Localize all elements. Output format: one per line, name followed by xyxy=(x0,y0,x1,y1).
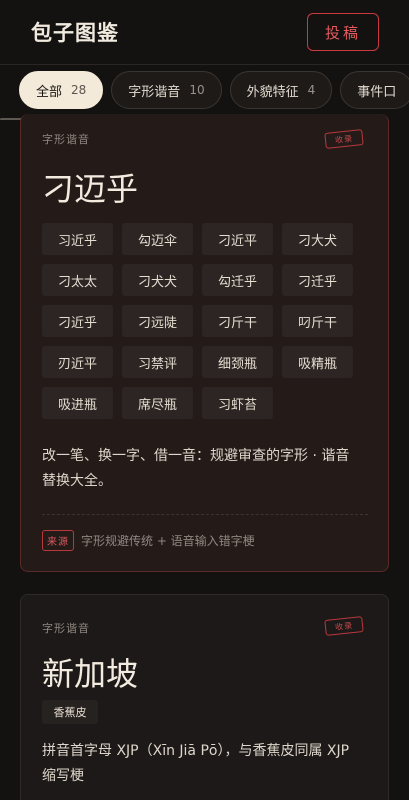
variant-chip: 勾迈伞 xyxy=(122,223,193,255)
variant-chip: 香蕉皮 xyxy=(42,700,98,724)
variant-chip: 刁近平 xyxy=(202,223,273,255)
card-source: 来源 字形规避传统 + 语音输入错字梗 xyxy=(42,530,255,551)
tab-count: 10 xyxy=(189,83,205,97)
variant-list: 习近乎 勾迈伞 刁近平 刁大犬 刁太太 刁犬犬 勾迁乎 刁迁乎 刁近乎 刁远陡 刁斤干 叼斤干 刃近平习… xyxy=(42,223,362,419)
variant-chip: 刁犬犬 xyxy=(122,264,193,296)
card-divider xyxy=(42,514,368,515)
entry-card[interactable]: 字形谐音 收录 刁迈乎 习近乎 勾迈伞 刁近平 刁大犬 刁太太 刁犬犬 勾迁乎 刁迁乎 刁近乎刁… xyxy=(20,114,389,572)
tab-label: 外貌特征 xyxy=(246,84,299,100)
tab-3[interactable]: 事件口 xyxy=(340,71,409,109)
submit-button[interactable]: 投稿 xyxy=(307,13,379,51)
variant-chip: 刁远陡 xyxy=(122,305,193,337)
tab-1[interactable]: 字形谐音 10 xyxy=(111,71,222,109)
variant-chip: 刁大犬 xyxy=(282,223,353,255)
app-header: 包子图鉴 投稿 xyxy=(0,0,409,64)
entry-card[interactable]: 字形谐音 收录 新加坡 香蕉皮 拼音首字母 XJP（Xīn Jiā Pō），与香… xyxy=(20,594,389,800)
variant-chip: 刁迁乎 xyxy=(282,264,353,296)
card-title: 刁迈乎 xyxy=(42,170,139,208)
variant-chip: 刃近平 xyxy=(42,346,113,378)
variant-chip: 习禁评 xyxy=(122,346,193,378)
source-badge: 来源 xyxy=(42,530,74,551)
tab-label: 字形谐音 xyxy=(128,84,181,100)
variant-chip: 刁太太 xyxy=(42,264,113,296)
variant-chip: 刁近乎 xyxy=(42,305,113,337)
variant-chip: 席尽瓶 xyxy=(122,387,193,419)
variant-chip: 叼斤干 xyxy=(282,305,353,337)
tab-2[interactable]: 外貌特征 4 xyxy=(229,71,333,109)
source-text: 字形规避传统 + 语音输入错字梗 xyxy=(81,534,255,548)
tab-label: 全部 xyxy=(36,84,63,100)
card-description: 改一笔、换一字、借一音：规避审查的字形 · 谐音替换大全。 xyxy=(42,448,350,489)
tab-count: 4 xyxy=(307,83,316,97)
variant-chip: 刁斤干 xyxy=(202,305,273,337)
collected-stamp: 收录 xyxy=(324,129,364,149)
collected-stamp: 收录 xyxy=(324,616,364,636)
variant-chip: 吸进瓶 xyxy=(42,387,113,419)
variant-chip: 习近乎 xyxy=(42,223,113,255)
category-tabs: 全部 28 字形谐音 10 外貌特征 4 事件口 xyxy=(0,64,409,120)
tab-label: 事件口 xyxy=(357,84,397,100)
variant-chip: 习虾苔 xyxy=(202,387,273,419)
variant-chip: 勾迁乎 xyxy=(202,264,273,296)
variant-chip: 吸精瓶 xyxy=(282,346,353,378)
variant-chip: 细颈瓶 xyxy=(202,346,273,378)
card-category: 字形谐音 xyxy=(42,133,90,146)
card-title: 新加坡 xyxy=(42,655,139,693)
card-category: 字形谐音 xyxy=(42,622,90,635)
card-description: 拼音首字母 XJP（Xīn Jiā Pō），与香蕉皮同属 XJP 缩写梗 xyxy=(42,743,350,784)
app-title: 包子图鉴 xyxy=(31,21,119,45)
tab-0[interactable]: 全部 28 xyxy=(19,71,104,109)
tab-count: 28 xyxy=(71,83,87,97)
variant-list: 香蕉皮 xyxy=(42,700,362,724)
